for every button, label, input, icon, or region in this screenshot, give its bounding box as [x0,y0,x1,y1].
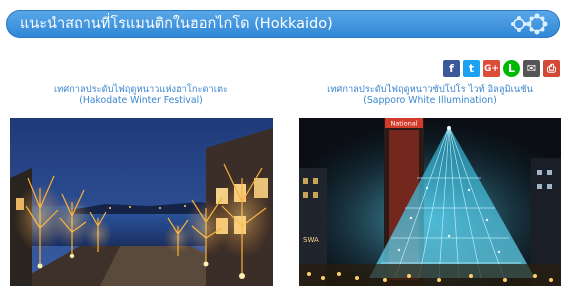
national-sign-text: National [390,120,417,128]
line-share-button[interactable]: L [503,60,520,77]
facebook-share-button[interactable]: f [443,60,460,77]
hakodate-photo[interactable] [10,118,273,286]
twitter-share-button[interactable]: t [463,60,480,77]
section-title: แนะนำสถานที่โรแมนติกในฮอกไกโด (Hokkaido) [20,16,333,32]
share-buttons: f t G+ L ✉ ⎙ [443,60,560,78]
print-button[interactable]: ⎙ [543,60,560,77]
email-share-button[interactable]: ✉ [523,60,540,77]
article-title-english[interactable]: (Sapporo White Illumination) [298,95,562,106]
building-sign-text: SWA [303,236,319,244]
article-title-thai[interactable]: เทศกาลประดับไฟฤดูหนาวแห่งฮาโกะดาเตะ [8,84,274,95]
google-plus-share-button[interactable]: G+ [483,60,500,77]
section-header: แนะนำสถานที่โรแมนติกในฮอกไกโด (Hokkaido) [6,10,560,38]
article-caption[interactable]: เทศกาลประดับไฟฤดูหนาวแห่งฮาโกะดาเตะ (Hak… [8,84,274,106]
article-title-english[interactable]: (Hakodate Winter Festival) [8,95,274,106]
snowflake-icon [508,12,552,36]
article-caption[interactable]: เทศกาลประดับไฟฤดูหนาวซัปโปโร ไวท์ อิลลูม… [298,84,562,106]
article-title-thai[interactable]: เทศกาลประดับไฟฤดูหนาวซัปโปโร ไวท์ อิลลูม… [298,84,562,95]
sapporo-photo[interactable]: National SWA [299,118,561,286]
